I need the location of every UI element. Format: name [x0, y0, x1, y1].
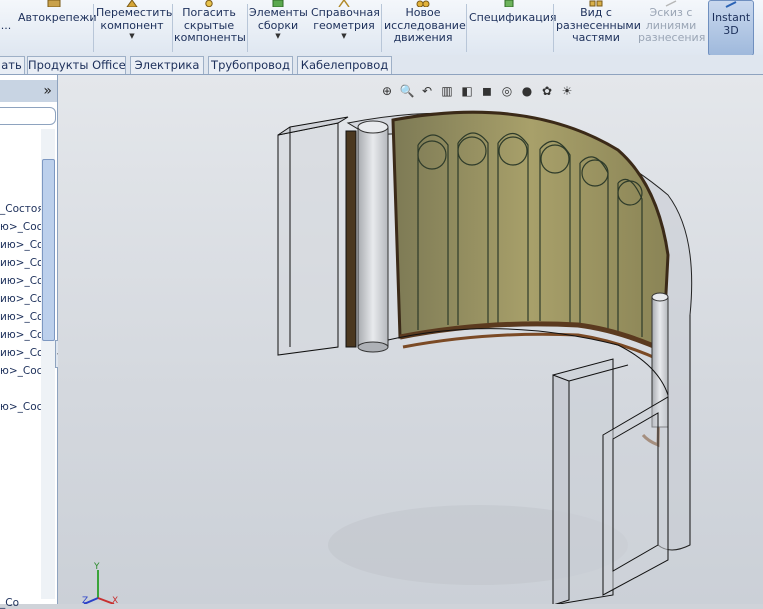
ribbon-separator — [381, 4, 382, 52]
ribbon-truncated-left[interactable]: ... — [0, 0, 12, 54]
tree-item[interactable]: ию>_Со — [0, 311, 41, 323]
chevron-down-icon[interactable]: ▼ — [249, 32, 307, 40]
ribbon-separator — [553, 4, 554, 52]
coordinate-triad: Y Z X — [82, 562, 118, 604]
chevron-down-icon[interactable]: ▼ — [96, 32, 168, 40]
tree-item[interactable]: ю>_Сост — [0, 365, 41, 377]
tree-item[interactable]: ию>_Со — [0, 293, 41, 305]
tree-scrollbar[interactable] — [41, 129, 55, 599]
tree-filter-input[interactable] — [0, 107, 56, 125]
tree-item[interactable]: ю>_Состо — [0, 221, 41, 233]
tab-electrical[interactable]: Электрика — [130, 56, 204, 74]
ribbon-separator — [466, 4, 467, 52]
assembly-3d-model[interactable] — [58, 75, 763, 604]
tree-item[interactable]: ю>_Сост — [0, 401, 41, 413]
command-manager-tabs: ать Продукты Office Электрика Трубопрово… — [0, 55, 763, 75]
tree-item[interactable]: ию>_Со — [0, 275, 41, 287]
tree-item[interactable]: ию>_Со — [0, 239, 41, 251]
autofasteners-button[interactable]: Автокрепежи — [18, 0, 97, 54]
chevron-down-icon[interactable]: ▼ — [311, 32, 377, 40]
ribbon-separator — [172, 4, 173, 52]
scrollbar-thumb[interactable] — [42, 159, 55, 341]
instant-3d-button[interactable]: Instant 3D — [708, 0, 754, 56]
ribbon-separator — [247, 4, 248, 52]
ribbon-separator — [93, 4, 94, 52]
reference-geometry-button[interactable]: Справочная геометрия ▼ — [311, 0, 380, 54]
tab-partial[interactable]: ать — [0, 56, 25, 74]
new-motion-study-button[interactable]: Новое исследование движения — [384, 0, 466, 54]
triad-z-label: Z — [82, 596, 88, 604]
triad-x-label: X — [112, 596, 118, 604]
exploded-view-button[interactable]: Вид с разнесенными частями — [556, 0, 641, 54]
tab-piping[interactable]: Трубопровод — [208, 56, 293, 74]
instant-3d-icon — [725, 1, 737, 8]
feature-manager-panel: » _Состоян ю>_Состо ию>_Со ию>_Со ию>_Со… — [0, 75, 58, 609]
autofasteners-icon — [47, 0, 61, 7]
tree-item[interactable]: ию>_Со — [0, 329, 41, 341]
triad-y-label: Y — [93, 562, 100, 572]
explode-line-sketch-button[interactable]: Эскиз с линиями разнесения — [638, 0, 705, 54]
double-chevron-right-icon[interactable]: » — [43, 83, 52, 99]
tree-item[interactable]: _Со — [0, 597, 41, 609]
bill-of-materials-button[interactable]: Спецификация — [469, 0, 556, 54]
bill-of-materials-icon — [504, 0, 514, 7]
tab-conduit[interactable]: Кабелепровод — [297, 56, 392, 74]
tree-item[interactable]: _Состоян — [0, 203, 41, 215]
assembly-features-button[interactable]: Элементы сборки ▼ — [249, 0, 308, 54]
panel-header: » — [0, 80, 57, 102]
command-manager-ribbon: ... Автокрепежи Переместить компонент ▼ … — [0, 0, 763, 56]
tree-item[interactable]: ию>_Со — [0, 257, 41, 269]
show-hidden-components-button[interactable]: Погасить скрытые компоненты — [174, 0, 246, 54]
tree-item[interactable]: ию>_Со — [0, 347, 41, 359]
move-component-button[interactable]: Переместить компонент ▼ — [96, 0, 172, 54]
tab-office-products[interactable]: Продукты Office — [27, 56, 126, 74]
